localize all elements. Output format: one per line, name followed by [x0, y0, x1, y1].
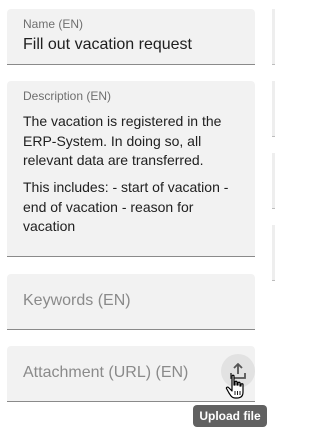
description-field[interactable]: Description (EN) The vacation is registe… — [7, 81, 255, 257]
adjacent-field-edge — [272, 153, 275, 209]
keywords-field[interactable]: Keywords (EN) — [7, 274, 255, 330]
name-field-value[interactable]: Fill out vacation request — [23, 36, 192, 54]
keywords-field-placeholder: Keywords (EN) — [23, 292, 131, 309]
attachment-url-field[interactable]: Attachment (URL) (EN) — [7, 346, 255, 402]
adjacent-field-edge — [272, 9, 275, 65]
description-paragraph-1[interactable]: The vacation is registered in the ERP-Sy… — [23, 112, 243, 171]
upload-file-tooltip: Upload file — [193, 405, 267, 427]
hand-pointer-icon — [225, 374, 244, 399]
name-field-label: Name (EN) — [23, 17, 84, 31]
description-field-label: Description (EN) — [23, 89, 112, 103]
description-paragraph-2[interactable]: This includes: - start of vacation - end… — [23, 178, 243, 237]
attachment-field-placeholder: Attachment (URL) (EN) — [23, 364, 189, 381]
adjacent-field-edge — [272, 225, 275, 281]
adjacent-field-edge — [272, 81, 275, 137]
name-field[interactable]: Name (EN) Fill out vacation request — [7, 9, 255, 65]
